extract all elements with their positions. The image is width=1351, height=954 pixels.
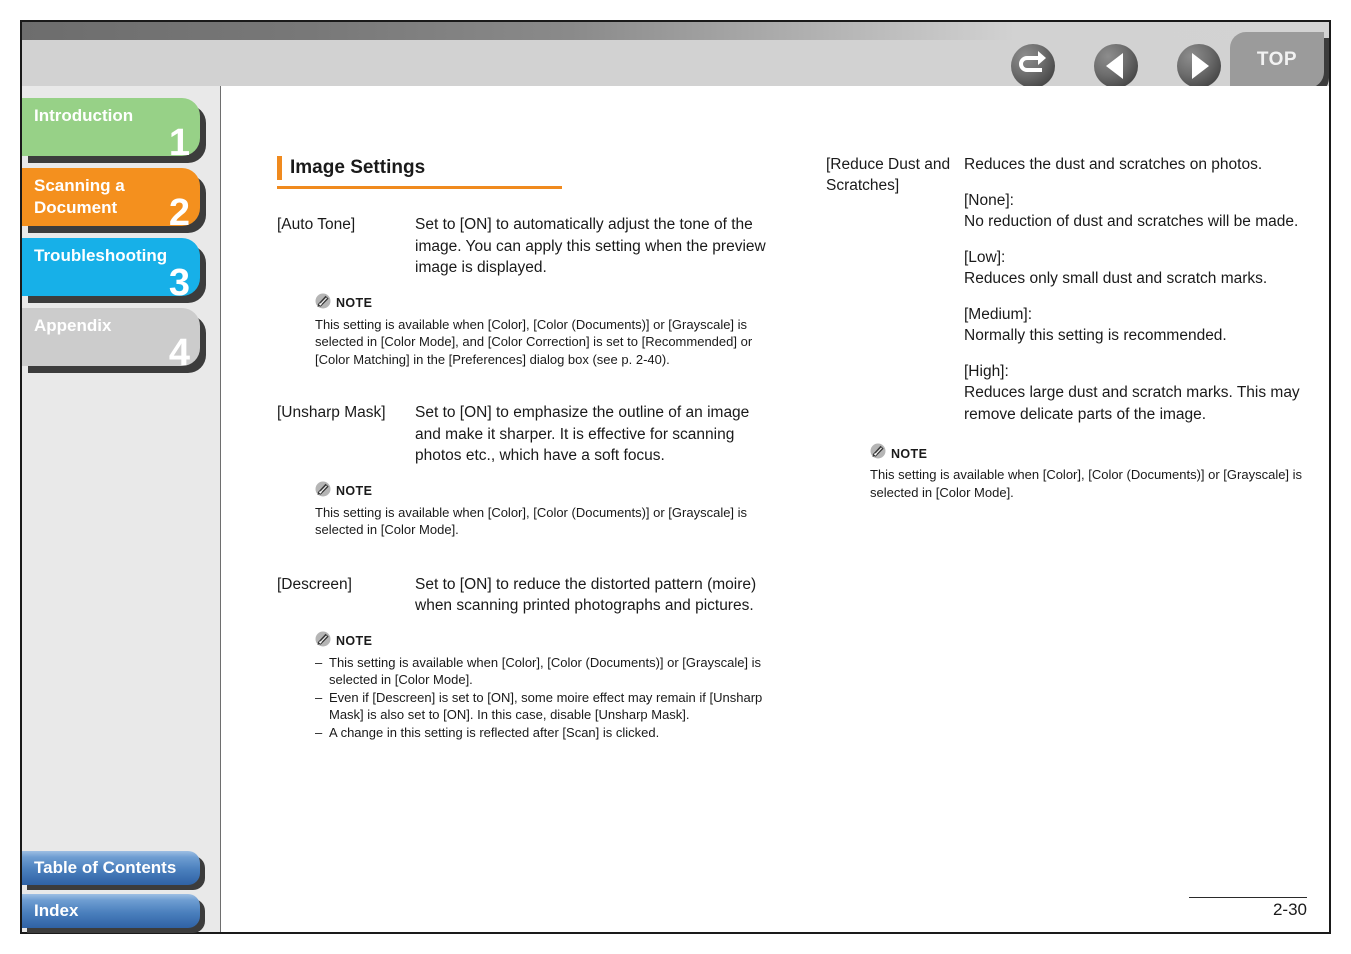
page-number: 2-30 xyxy=(1272,900,1307,919)
setting-entry: [Unsharp Mask] Set to [ON] to emphasize … xyxy=(277,402,777,467)
note-paragraph: This setting is available when [Color], … xyxy=(870,467,1303,500)
sidebar-item-label: Appendix xyxy=(34,316,112,335)
sidebar-item-scanning-a-document[interactable]: Scanning a Document 2 xyxy=(22,168,206,233)
page-title: Image Settings xyxy=(277,156,562,189)
setting-entry: [Reduce Dust and Scratches] Reduces the … xyxy=(826,154,1326,425)
setting-term: [Auto Tone] xyxy=(277,216,356,233)
sidebar-item-number: 3 xyxy=(168,262,190,304)
sidebar-item-label: Troubleshooting xyxy=(34,246,168,265)
note-pencil-icon xyxy=(315,293,331,314)
left-triangle-icon xyxy=(1094,44,1138,88)
setting-term: [Descreen] xyxy=(277,575,352,593)
sidebar-item-number: 1 xyxy=(168,122,190,164)
setting-description: Set to [ON] to automatically adjust the … xyxy=(415,214,777,279)
page-title-rule xyxy=(277,186,562,189)
note-body: This setting is available when [Color], … xyxy=(870,466,1326,501)
note-pencil-icon xyxy=(870,443,886,464)
setting-paragraph: Set to [ON] to emphasize the outline of … xyxy=(415,404,750,464)
setting-term: [Reduce Dust and Scratches] xyxy=(826,156,951,194)
note-block: NOTE This setting is available when [Col… xyxy=(826,443,1326,501)
note-title: NOTE xyxy=(891,446,928,461)
setting-paragraph: Reduces the dust and scratches on photos… xyxy=(964,156,1263,173)
note-header: NOTE xyxy=(315,481,777,502)
index-label: Index xyxy=(22,894,200,928)
header-gradient-strip xyxy=(22,22,1329,40)
note-list-item: A change in this setting is reflected af… xyxy=(315,724,777,742)
note-list-item: This setting is available when [Color], … xyxy=(315,654,777,689)
tab-face: Troubleshooting 3 xyxy=(22,238,200,302)
sidebar-item-label: Scanning a Document xyxy=(34,176,125,217)
right-column: [Reduce Dust and Scratches] Reduces the … xyxy=(826,154,1326,501)
document-page: Back Previous Next xyxy=(20,20,1331,934)
note-body: This setting is available when [Color], … xyxy=(315,316,777,369)
table-of-contents-label: Table of Contents xyxy=(22,851,200,885)
index-button[interactable]: Index xyxy=(22,894,205,933)
note-pencil-icon xyxy=(315,481,331,502)
note-block: NOTE This setting is available when [Col… xyxy=(277,293,777,369)
setting-term: [Unsharp Mask] xyxy=(277,404,386,421)
setting-paragraph: [None]: No reduction of dust and scratch… xyxy=(964,191,1299,231)
setting-paragraph: Set to [ON] to reduce the distorted patt… xyxy=(415,575,757,615)
note-list-item: Even if [Descreen] is set to [ON], some … xyxy=(315,689,777,724)
sidebar-item-label: Introduction xyxy=(34,106,134,125)
sidebar-item-troubleshooting[interactable]: Troubleshooting 3 xyxy=(22,238,206,303)
note-list: This setting is available when [Color], … xyxy=(315,654,777,742)
tab-face: Scanning a Document 2 xyxy=(22,168,200,232)
setting-entry: [Auto Tone] Set to [ON] to automatically… xyxy=(277,214,777,279)
setting-description: Set to [ON] to reduce the distorted patt… xyxy=(415,574,777,617)
note-block: NOTE This setting is available when [Col… xyxy=(277,631,777,742)
note-paragraph: This setting is available when [Color], … xyxy=(315,504,748,538)
top-button[interactable]: TOP xyxy=(1230,32,1329,94)
sidebar: Introduction 1 Scanning a Document 2 Tro… xyxy=(22,86,221,933)
note-body: This setting is available when [Color], … xyxy=(315,504,777,539)
tab-face: Appendix 4 xyxy=(22,308,200,372)
note-header: NOTE xyxy=(315,631,777,652)
note-title: NOTE xyxy=(336,296,373,310)
note-header: NOTE xyxy=(870,443,1326,464)
content-area: Image Settings [Auto Tone] Set to [ON] t… xyxy=(221,86,1329,932)
note-block: NOTE This setting is available when [Col… xyxy=(277,481,777,539)
setting-description: Reduces the dust and scratches on photos… xyxy=(964,154,1326,425)
back-arrow-icon xyxy=(1011,44,1055,88)
note-body: This setting is available when [Color], … xyxy=(315,654,777,742)
setting-paragraph: Set to [ON] to automatically adjust the … xyxy=(415,216,766,276)
right-triangle-icon xyxy=(1177,44,1221,88)
page-header: Back Previous Next xyxy=(22,22,1329,105)
sidebar-item-appendix[interactable]: Appendix 4 xyxy=(22,308,206,373)
setting-paragraph: [High]: Reduces large dust and scratch m… xyxy=(964,362,1300,423)
sidebar-item-number: 2 xyxy=(168,192,190,234)
setting-paragraph: [Low]: Reduces only small dust and scrat… xyxy=(964,248,1268,288)
sidebar-item-introduction[interactable]: Introduction 1 xyxy=(22,98,206,163)
table-of-contents-button[interactable]: Table of Contents xyxy=(22,851,205,890)
note-header: NOTE xyxy=(315,293,777,314)
footer-rule xyxy=(1189,897,1307,898)
top-button-label: TOP xyxy=(1230,32,1324,88)
setting-entry: [Descreen] Set to [ON] to reduce the dis… xyxy=(277,574,777,617)
note-paragraph: This setting is available when [Color], … xyxy=(315,316,753,367)
note-title: NOTE xyxy=(336,634,373,648)
note-title: NOTE xyxy=(336,484,373,498)
setting-paragraph: [Medium]: Normally this setting is recom… xyxy=(964,305,1227,345)
tab-face: Introduction 1 xyxy=(22,98,200,162)
setting-description: Set to [ON] to emphasize the outline of … xyxy=(415,402,777,467)
page-footer: 2-30 xyxy=(1189,897,1307,920)
note-pencil-icon xyxy=(315,631,331,652)
sidebar-item-number: 4 xyxy=(168,332,190,374)
page-title-text: Image Settings xyxy=(277,156,562,180)
left-column: [Auto Tone] Set to [ON] to automatically… xyxy=(277,214,777,741)
